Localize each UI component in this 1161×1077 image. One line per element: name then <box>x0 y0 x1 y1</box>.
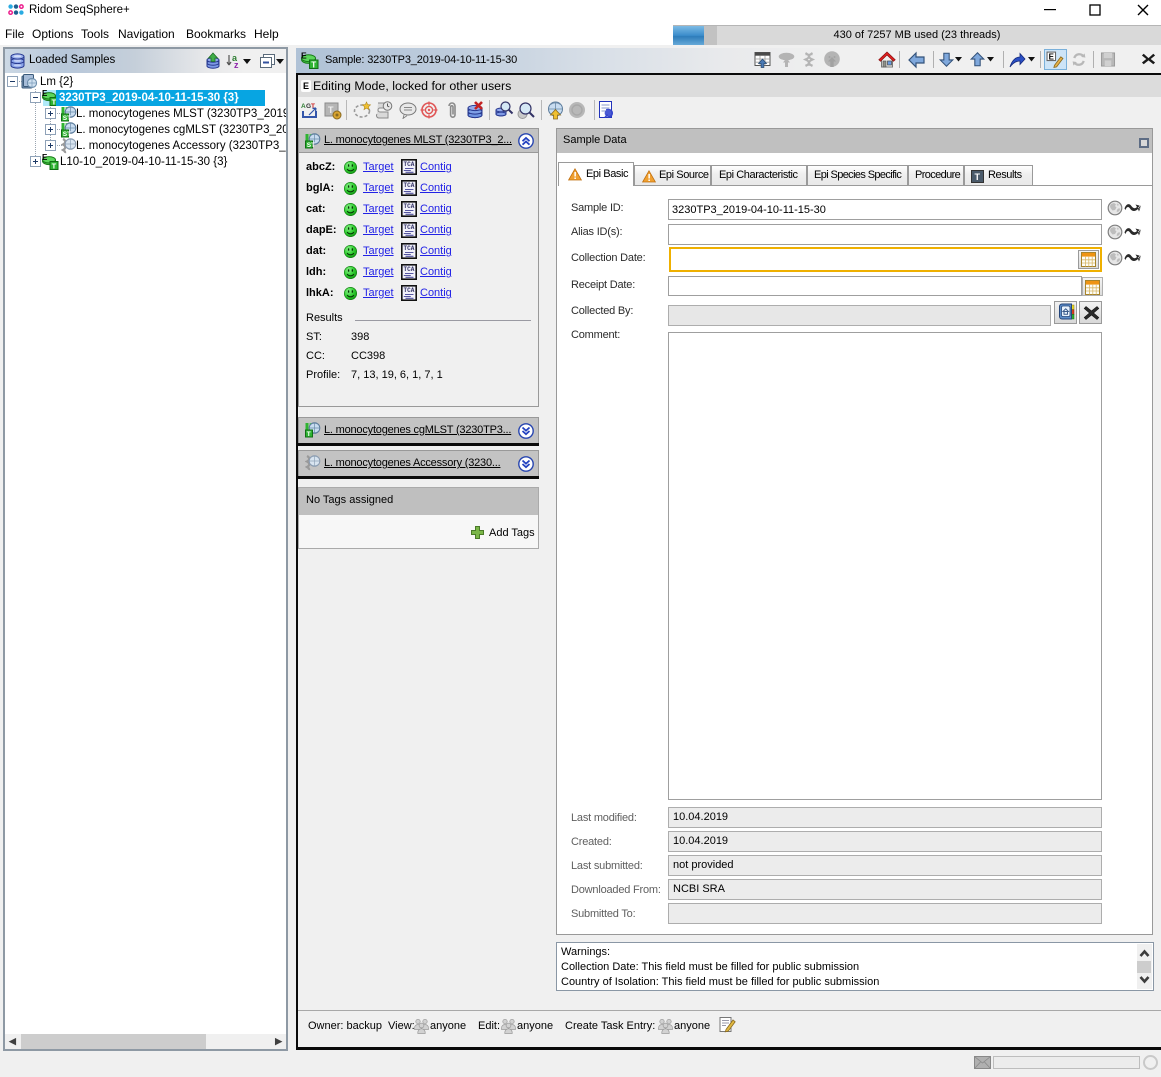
svg-text:E: E <box>301 52 307 61</box>
svg-text:TCA: TCA <box>404 203 415 210</box>
svg-text:TCA: TCA <box>404 266 415 273</box>
svg-text:z: z <box>234 60 239 70</box>
svg-text:TCA: TCA <box>404 245 415 252</box>
svg-text:E: E <box>42 90 48 98</box>
svg-text:T: T <box>307 431 311 438</box>
svg-text:E: E <box>42 154 48 162</box>
svg-text:T: T <box>311 60 316 69</box>
svg-text:TCA: TCA <box>404 161 415 168</box>
svg-text:ST: ST <box>63 131 71 138</box>
svg-text:TCA: TCA <box>404 182 415 189</box>
svg-text:TCA: TCA <box>404 224 415 231</box>
svg-text:E: E <box>1049 53 1054 62</box>
svg-text:T: T <box>52 161 57 170</box>
svg-text:TCA: TCA <box>404 287 415 294</box>
svg-text:ST: ST <box>63 115 71 122</box>
svg-text:T: T <box>975 172 981 182</box>
